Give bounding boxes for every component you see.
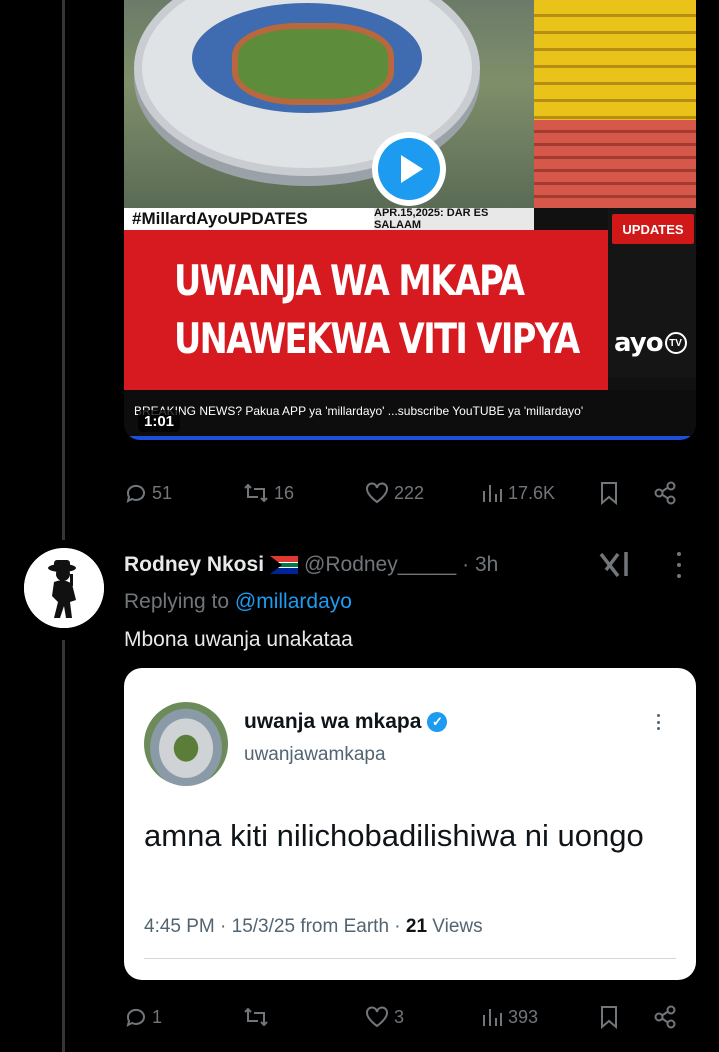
views-icon	[483, 1009, 502, 1026]
card-meta-text: 4:45 PM · 15/3/25 from Earth ·	[144, 916, 406, 937]
grok-icon[interactable]	[598, 550, 632, 578]
bookmark-icon	[601, 482, 617, 506]
heart-icon	[366, 482, 388, 504]
reply-author-name[interactable]: Rodney Nkosi	[124, 553, 264, 577]
stadium-seats-image	[534, 0, 696, 208]
video-player[interactable]: #MillardAyoUPDATES APR.15,2025: DAR ES S…	[124, 0, 696, 440]
verified-badge-icon: ✓	[427, 712, 448, 732]
bookmark-button[interactable]	[598, 480, 620, 506]
reply-button[interactable]: 51	[124, 481, 172, 505]
replying-to-line: Replying to @millardayo	[124, 590, 352, 614]
play-icon	[378, 138, 440, 200]
card-meta: 4:45 PM · 15/3/25 from Earth · 21 Views	[144, 916, 483, 938]
share-button[interactable]	[652, 480, 678, 506]
reply-like-button[interactable]: 3	[364, 1005, 404, 1029]
reply-timestamp[interactable]: · 3h	[462, 553, 498, 577]
like-count: 222	[394, 482, 425, 503]
thread-line-bottom	[62, 640, 65, 1052]
reply-icon	[126, 1008, 145, 1027]
reply-share-button[interactable]	[652, 1004, 678, 1030]
repost-icon	[244, 1007, 268, 1027]
stadium-pitch	[232, 23, 394, 105]
thread-line-top	[62, 0, 65, 540]
reply-like-count: 3	[394, 1006, 405, 1027]
card-views-label: Views	[427, 916, 483, 937]
ayo-tv-logo: ayo TV	[614, 328, 692, 358]
card-more-icon	[654, 714, 662, 730]
date-banner: APR.15,2025: DAR ES SALAAM	[374, 207, 534, 231]
reply-repost-button[interactable]	[242, 1005, 274, 1029]
bookmark-icon	[601, 1006, 617, 1030]
card-author-name: uwanja wa mkapa	[244, 710, 422, 733]
reply-icon	[126, 484, 145, 503]
replying-to-mention[interactable]: @millardayo	[235, 590, 352, 613]
logo-tv: TV	[664, 332, 687, 354]
views-button[interactable]: 17.6K	[480, 481, 555, 505]
share-icon	[654, 481, 676, 505]
share-icon	[654, 1005, 676, 1029]
stadium-aerial-image	[124, 0, 534, 208]
headline-line-2: UNAWEKWA VITI VIPYA	[174, 314, 580, 363]
headline-line-1: UWANJA WA MKAPA	[174, 256, 525, 305]
card-views-count: 21	[405, 916, 428, 937]
post-action-bar: 51 16 222 17.6K	[124, 476, 696, 510]
card-body: amna kiti nilichobadilishiwa ni uongo	[144, 818, 644, 853]
reply-count: 51	[152, 482, 173, 503]
more-options-icon[interactable]	[672, 552, 686, 578]
replying-prefix: Replying to	[124, 590, 235, 613]
avatar-silhouette-icon	[24, 548, 104, 628]
like-button[interactable]: 222	[364, 481, 424, 505]
reply-action-bar: 1 3 393	[124, 1000, 696, 1034]
avatar[interactable]	[24, 548, 104, 628]
hashtag-banner: #MillardAyoUPDATES	[124, 208, 374, 230]
reply-views-count: 393	[508, 1006, 539, 1027]
logo-text: ayo	[614, 328, 664, 358]
views-count: 17.6K	[508, 482, 556, 503]
card-author-handle: uwanjawamkapa	[244, 744, 386, 765]
south-africa-flag-icon	[270, 556, 299, 574]
reply-views-button[interactable]: 393	[480, 1005, 538, 1029]
heart-icon	[366, 1006, 388, 1028]
repost-icon	[244, 483, 268, 503]
reply-reply-button[interactable]: 1	[124, 1005, 162, 1029]
play-button[interactable]	[372, 132, 446, 206]
repost-count: 16	[274, 482, 295, 503]
stadium-avatar	[144, 702, 228, 786]
card-author: uwanja wa mkapa ✓	[244, 710, 448, 734]
video-duration: 1:01	[138, 410, 181, 432]
video-headline: UWANJA WA MKAPA UNAWEKWA VITI VIPYA	[174, 252, 580, 368]
ticker-text: BREAKING NEWS? Pakua APP ya 'millardayo'…	[134, 404, 584, 418]
stadium-seats	[192, 3, 422, 113]
updates-label: UPDATES	[612, 214, 694, 244]
views-icon	[483, 485, 502, 502]
reply-body: Mbona uwanja unakataa	[124, 628, 353, 651]
reply-author-handle[interactable]: @Rodney_____	[304, 553, 456, 577]
reply-reply-count: 1	[152, 1006, 163, 1027]
repost-button[interactable]: 16	[242, 481, 294, 505]
attached-image-card[interactable]: uwanja wa mkapa ✓ uwanjawamkapa amna kit…	[124, 668, 696, 980]
card-divider	[144, 958, 676, 959]
reply-bookmark-button[interactable]	[598, 1004, 620, 1030]
red-seats	[534, 120, 696, 208]
